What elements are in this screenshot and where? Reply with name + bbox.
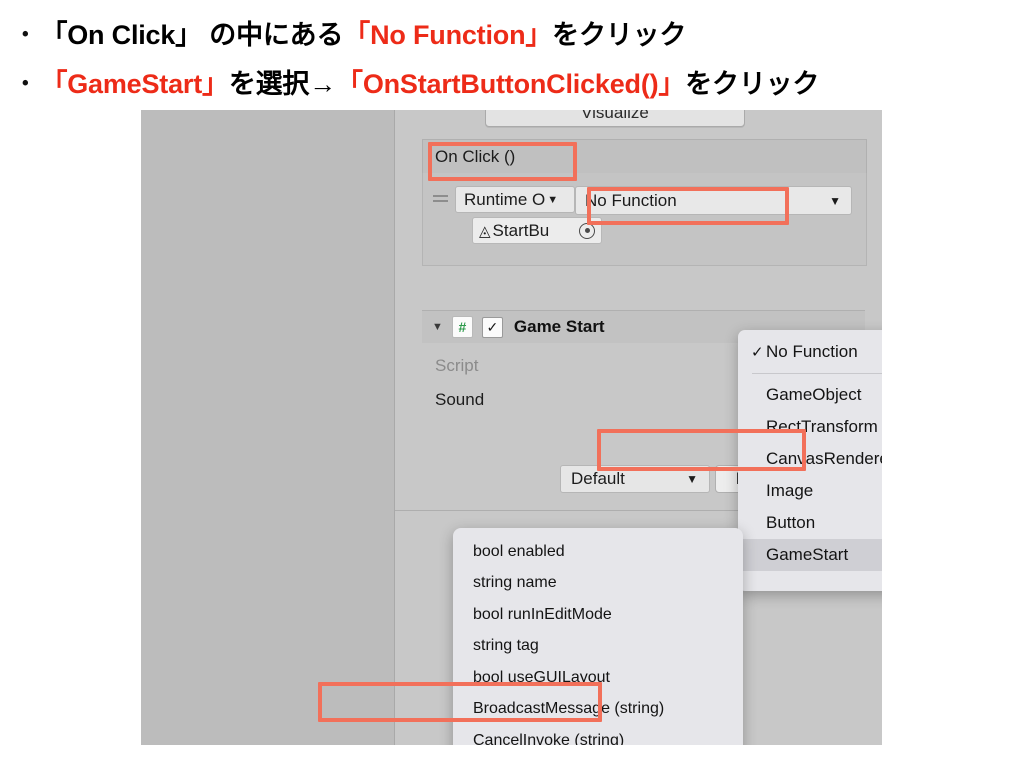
menu-item-button[interactable]: Button › (738, 507, 882, 539)
bullet-marker-icon: • (22, 24, 29, 45)
drag-handle-icon[interactable] (433, 195, 448, 204)
preset-default-dropdown[interactable]: Default ▼ (560, 465, 710, 493)
object-picker-icon[interactable] (579, 222, 595, 239)
menu-item-label: Button (766, 513, 816, 532)
submenu-item-label: bool runInEditMode (473, 605, 612, 623)
menu-item-label: GameObject (766, 385, 862, 404)
submenu-item-runineditmode[interactable]: bool runInEditMode (453, 599, 743, 631)
on-click-label: On Click () (435, 147, 516, 166)
submenu-item-enabled[interactable]: bool enabled (453, 536, 743, 568)
visualize-button[interactable]: Visualize (485, 110, 745, 127)
submenu-item-broadcastmessage[interactable]: BroadcastMessage (string) (453, 694, 743, 726)
instruction-2-text-part1: を選択→ (228, 69, 337, 99)
menu-item-gameobject[interactable]: GameObject › (738, 379, 882, 411)
menu-item-image[interactable]: Image › (738, 475, 882, 507)
instruction-2-highlight-2: 「OnStartButtonClicked()」 (336, 69, 686, 99)
submenu-item-name[interactable]: string name (453, 568, 743, 600)
chevron-down-icon: ▼ (547, 193, 559, 206)
submenu-item-label: bool useGUILayout (473, 668, 610, 686)
target-object-value: StartBu (492, 220, 550, 240)
scene-view-panel (141, 110, 394, 745)
function-dropdown-menu: ✓ No Function GameObject › RectTransform… (738, 330, 882, 591)
instruction-1-text-part2: をクリック (552, 20, 687, 50)
menu-item-no-function[interactable]: ✓ No Function (738, 336, 882, 368)
submenu-item-usegui-layout[interactable]: bool useGUILayout (453, 662, 743, 694)
runtime-mode-value: Runtime O (464, 189, 546, 209)
chevron-down-icon: ▼ (686, 472, 698, 486)
submenu-item-label: string name (473, 574, 557, 592)
foldout-triangle-icon[interactable]: ▼ (432, 321, 443, 333)
gamestart-member-submenu: bool enabled string name bool runInEditM… (453, 528, 743, 745)
function-dropdown[interactable]: No Function ▼ (575, 186, 852, 215)
menu-item-label: GameStart (766, 545, 849, 564)
function-dropdown-value: No Function (585, 190, 677, 210)
menu-item-label: No Function (766, 342, 858, 361)
visualize-button-label: Visualize (581, 110, 649, 122)
instruction-2-text-part2: をクリック (685, 69, 820, 99)
runtime-mode-dropdown[interactable]: Runtime O ▼ (455, 186, 575, 213)
submenu-item-tag[interactable]: string tag (453, 631, 743, 663)
chevron-down-icon: ▼ (829, 193, 841, 208)
slide-root: • 「On Click」 の中にある 「No Function」 をクリック •… (0, 0, 1024, 768)
submenu-item-label: CancelInvoke (string) (473, 731, 625, 745)
preset-default-value: Default (571, 469, 625, 488)
unity-editor-screenshot: Visualize On Click () Runtime O ▼ ◬ Star… (141, 110, 882, 745)
property-label-script: Script (435, 356, 479, 375)
component-title: Game Start (513, 317, 605, 336)
menu-item-label: CanvasRenderer (766, 449, 882, 468)
instruction-bullet-2: • 「GameStart」 を選択→ 「OnStartButtonClicked… (22, 71, 1024, 98)
checkmark-icon: ✓ (751, 344, 764, 361)
script-icon: # (451, 316, 473, 338)
cube-icon: ◬ (479, 222, 491, 240)
property-label-sound: Sound (435, 390, 485, 409)
instruction-list: • 「On Click」 の中にある 「No Function」 をクリック •… (0, 0, 1024, 104)
component-enabled-checkbox[interactable]: ✓ (481, 316, 503, 338)
instruction-2-highlight-1: 「GameStart」 (40, 69, 229, 99)
submenu-item-label: BroadcastMessage (string) (473, 700, 665, 718)
menu-item-label: Image (766, 481, 814, 500)
menu-item-label: RectTransform (766, 417, 878, 436)
menu-divider (752, 373, 882, 374)
submenu-item-cancelinvoke-string[interactable]: CancelInvoke (string) (453, 725, 743, 745)
on-click-event-header: On Click () (422, 139, 867, 175)
instruction-bullet-1: • 「On Click」 の中にある 「No Function」 をクリック (22, 22, 1024, 49)
bullet-marker-icon: • (22, 73, 29, 94)
submenu-item-label: bool enabled (473, 542, 565, 560)
menu-item-canvasrenderer[interactable]: CanvasRenderer › (738, 443, 882, 475)
menu-item-recttransform[interactable]: RectTransform › (738, 411, 882, 443)
menu-item-gamestart[interactable]: GameStart › (738, 539, 882, 571)
instruction-1-text-part1: 「On Click」 の中にある (40, 20, 344, 50)
target-object-field[interactable]: ◬ StartBu (472, 217, 602, 244)
instruction-1-highlight: 「No Function」 (343, 20, 553, 50)
submenu-item-label: string tag (473, 637, 539, 655)
